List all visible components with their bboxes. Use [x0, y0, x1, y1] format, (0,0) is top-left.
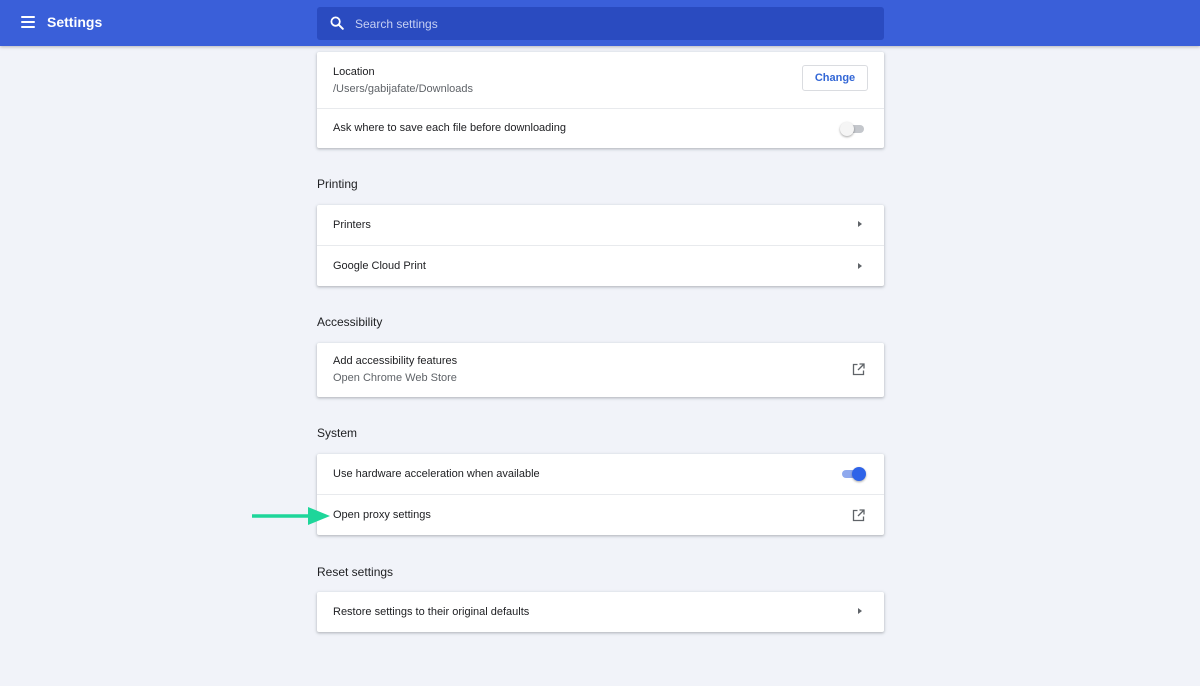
proxy-settings-label: Open proxy settings [333, 509, 431, 521]
reset-section-title: Reset settings [317, 565, 394, 579]
hardware-acceleration-label: Use hardware acceleration when available [333, 468, 540, 480]
change-location-button[interactable]: Change [802, 65, 868, 91]
printers-row[interactable]: Printers [317, 205, 884, 245]
ask-save-row[interactable]: Ask where to save each file before downl… [317, 108, 884, 148]
printers-arrow-icon[interactable] [858, 221, 862, 227]
ask-save-label: Ask where to save each file before downl… [333, 122, 566, 134]
page-title: Settings [47, 14, 103, 30]
restore-defaults-label: Restore settings to their original defau… [333, 606, 530, 618]
location-label: Location [333, 66, 375, 78]
restore-defaults-arrow-icon[interactable] [858, 608, 862, 614]
annotation-arrow-icon [252, 507, 330, 525]
external-link-icon[interactable] [852, 363, 865, 376]
accessibility-section-title: Accessibility [317, 315, 383, 329]
menu-icon[interactable] [21, 16, 35, 28]
cloud-print-label: Google Cloud Print [333, 260, 426, 272]
web-store-sublabel: Open Chrome Web Store [333, 372, 457, 384]
top-bar: Settings [0, 0, 1200, 46]
printing-section-title: Printing [317, 177, 358, 191]
location-path: /Users/gabijafate/Downloads [333, 83, 474, 95]
system-section-title: System [317, 426, 358, 440]
accessibility-card: Add accessibility features Open Chrome W… [317, 343, 884, 397]
cloud-print-row[interactable]: Google Cloud Print [317, 245, 884, 286]
search-input[interactable] [355, 7, 865, 40]
hardware-acceleration-toggle[interactable] [840, 467, 866, 481]
accessibility-features-row[interactable]: Add accessibility features Open Chrome W… [317, 343, 884, 397]
printing-card: Printers Google Cloud Print [317, 205, 884, 286]
restore-defaults-row[interactable]: Restore settings to their original defau… [317, 592, 884, 632]
ask-save-toggle[interactable] [840, 122, 866, 136]
accessibility-features-label: Add accessibility features [333, 355, 458, 367]
external-link-icon[interactable] [852, 509, 865, 522]
system-card: Use hardware acceleration when available… [317, 454, 884, 535]
search-icon [330, 16, 344, 30]
hardware-acceleration-row[interactable]: Use hardware acceleration when available [317, 454, 884, 494]
location-row: Location /Users/gabijafate/Downloads Cha… [317, 52, 884, 108]
reset-card: Restore settings to their original defau… [317, 592, 884, 632]
printers-label: Printers [333, 219, 371, 231]
search-box[interactable] [317, 7, 884, 40]
downloads-card: Location /Users/gabijafate/Downloads Cha… [317, 52, 884, 148]
cloud-print-arrow-icon[interactable] [858, 263, 862, 269]
proxy-settings-row[interactable]: Open proxy settings [317, 494, 884, 535]
